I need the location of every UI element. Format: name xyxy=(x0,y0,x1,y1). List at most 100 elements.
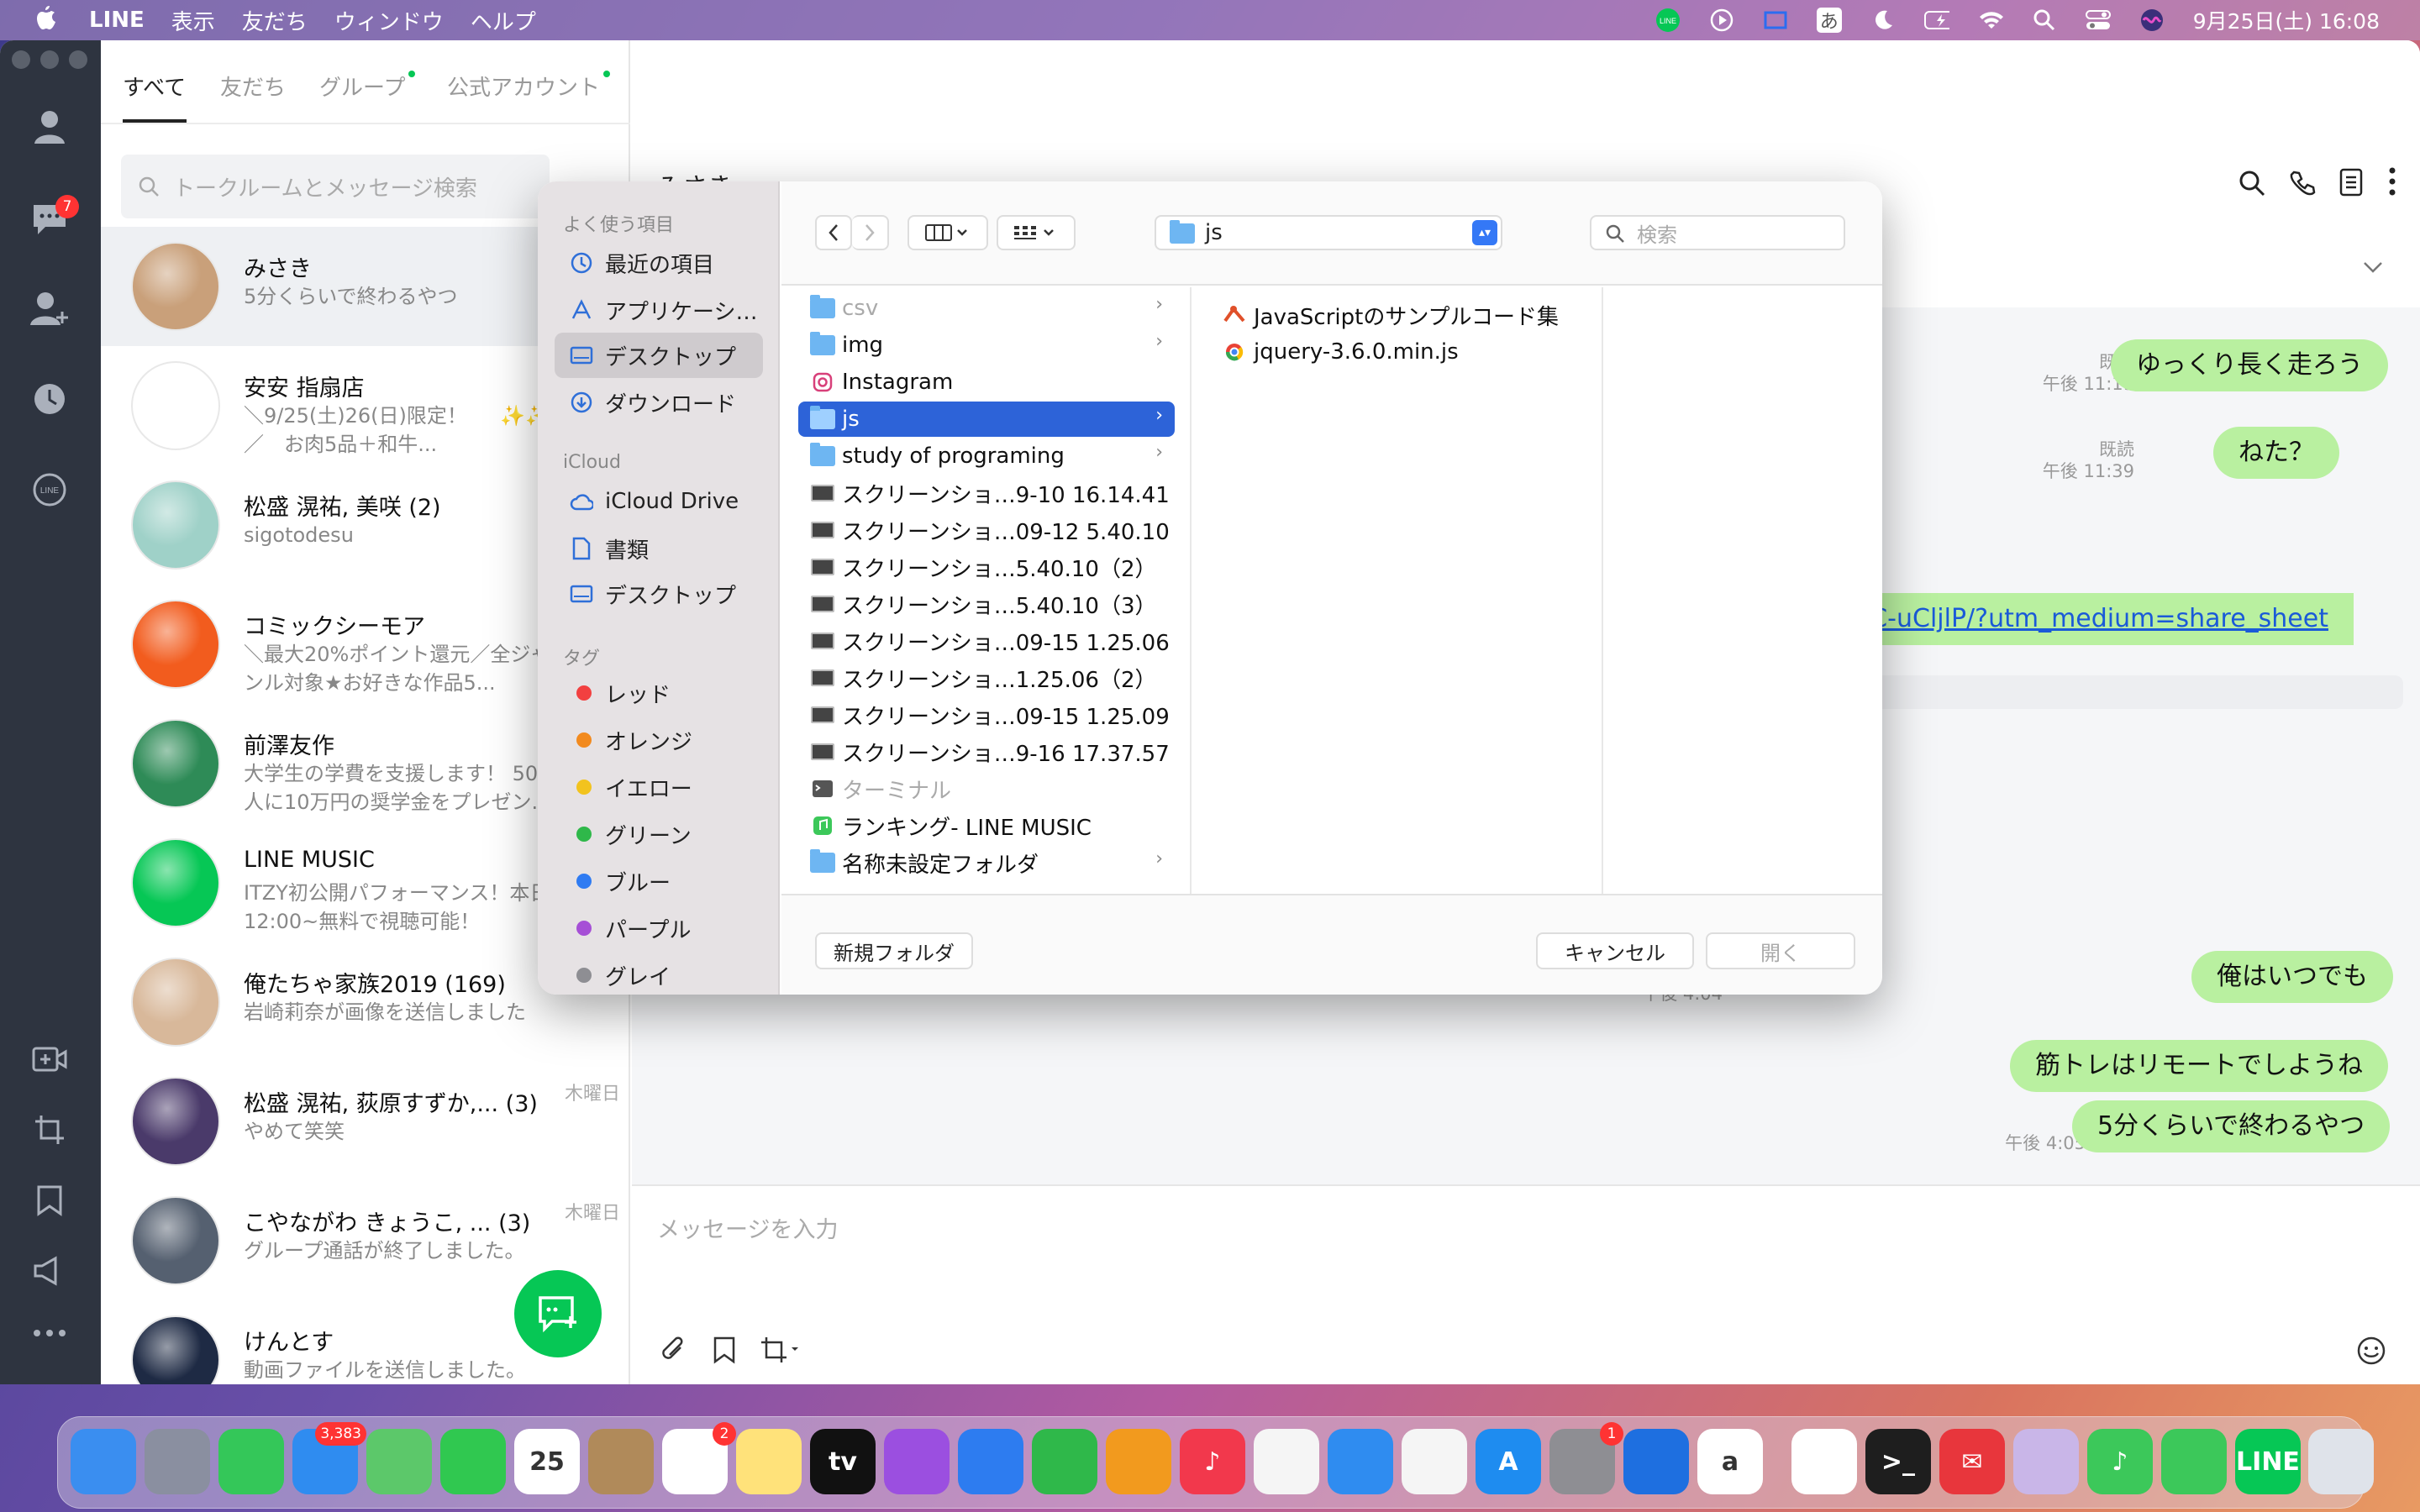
group-by-button[interactable] xyxy=(997,215,1076,250)
dark-mode-icon[interactable] xyxy=(1870,8,1896,33)
message-bubble[interactable]: ゆっくり長く走ろう xyxy=(2111,339,2388,391)
video-call-nav-icon[interactable] xyxy=(25,1035,74,1084)
file-row[interactable]: Instagram xyxy=(798,365,1175,400)
shared-link[interactable]: UFC-uCljlP/?utm_medium=share_sheet xyxy=(1812,593,2354,645)
screen-status-icon[interactable] xyxy=(1763,8,1788,33)
menu-app-name[interactable]: LINE xyxy=(89,8,145,33)
file-row[interactable]: スクリーンショ…5.40.10（2） xyxy=(798,549,1175,585)
attach-file-icon[interactable] xyxy=(659,1334,687,1369)
sidebar-tag-5[interactable]: パープル xyxy=(555,906,763,951)
dock-amazon-icon[interactable]: a xyxy=(1697,1429,1763,1494)
play-status-icon[interactable] xyxy=(1709,8,1734,33)
menu-window[interactable]: ウィンドウ xyxy=(334,5,444,36)
dock-app-store-icon[interactable]: A xyxy=(1476,1429,1541,1494)
window-close-button[interactable] xyxy=(12,50,30,69)
chats-nav-icon[interactable]: 7 xyxy=(25,195,79,244)
dock-finder-icon[interactable] xyxy=(71,1429,136,1494)
dock-line-music-icon[interactable]: ♪ xyxy=(2087,1429,2153,1494)
dock-calendar-icon[interactable]: 25 xyxy=(514,1429,580,1494)
siri-icon[interactable] xyxy=(2139,8,2165,33)
keep-nav-icon[interactable] xyxy=(25,1176,74,1225)
dock-messages-icon[interactable] xyxy=(218,1429,284,1494)
window-minimize-button[interactable] xyxy=(40,50,59,69)
window-zoom-button[interactable] xyxy=(69,50,87,69)
message-input[interactable]: メッセージを入力 xyxy=(657,1211,838,1244)
menu-more-icon[interactable] xyxy=(2388,166,2396,200)
dialog-search-input[interactable]: 検索 xyxy=(1590,215,1845,250)
sidebar-tag-4[interactable]: ブルー xyxy=(555,858,763,904)
chat-search-input[interactable]: トークルームとメッセージ検索 xyxy=(121,155,550,218)
dock-launchpad-icon[interactable] xyxy=(145,1429,210,1494)
file-row[interactable]: JavaScriptのサンプルコード集 xyxy=(1210,297,1586,333)
link-preview-card[interactable] xyxy=(1825,675,2403,709)
file-row[interactable]: ターミナル xyxy=(798,771,1175,806)
tab-friends[interactable]: 友だち xyxy=(220,71,286,102)
message-bubble[interactable]: 筋トレはリモートでしようね xyxy=(2010,1040,2388,1092)
spotlight-search-icon[interactable] xyxy=(2032,8,2057,33)
dock-podcasts-icon[interactable] xyxy=(884,1429,950,1494)
dock-mail-app-icon[interactable]: ✉ xyxy=(1939,1429,2005,1494)
dock-terminal-icon[interactable]: >_ xyxy=(1865,1429,1931,1494)
tab-groups[interactable]: グループ xyxy=(319,71,416,102)
notes-icon[interactable] xyxy=(2339,168,2363,200)
emoji-icon[interactable] xyxy=(2356,1336,2386,1369)
view-mode-button[interactable] xyxy=(908,215,988,250)
tab-official-accounts[interactable]: 公式アカウント xyxy=(447,71,611,102)
sidebar-item-documents[interactable]: 書類 xyxy=(555,526,763,571)
call-icon[interactable] xyxy=(2289,170,2316,200)
dock-system-preferences-icon[interactable]: 1 xyxy=(1549,1422,1623,1494)
sidebar-item-recents[interactable]: 最近の項目 xyxy=(555,240,763,286)
file-row[interactable]: study of programing › xyxy=(798,438,1175,474)
back-button[interactable] xyxy=(815,215,852,250)
message-bubble[interactable]: 俺はいつでも xyxy=(2191,951,2393,1003)
dock-slack-icon[interactable] xyxy=(1791,1429,1857,1494)
dock-line-icon[interactable]: LINE xyxy=(2235,1429,2301,1494)
dock-line-app-alt-icon[interactable] xyxy=(2161,1429,2227,1494)
conversation-search-icon[interactable] xyxy=(2238,170,2265,200)
file-row[interactable]: js › xyxy=(798,402,1175,437)
dock-reminders-icon[interactable]: 2 xyxy=(662,1422,736,1494)
dock-safari-icon[interactable] xyxy=(1328,1429,1393,1494)
file-row[interactable]: ランキング- LINE MUSIC xyxy=(798,808,1175,843)
sidebar-item-desktop[interactable]: デスクトップ xyxy=(555,333,763,378)
sidebar-item-icloud-desktop[interactable]: デスクトップ xyxy=(555,571,763,617)
tab-all[interactable]: すべて xyxy=(123,71,186,102)
more-nav-icon[interactable] xyxy=(25,1309,74,1357)
control-center-icon[interactable] xyxy=(2085,8,2111,33)
dock-location-app-icon[interactable] xyxy=(1623,1429,1689,1494)
menu-clock[interactable]: 9月25日(土) 16:08 xyxy=(2193,5,2380,35)
wifi-icon[interactable] xyxy=(1978,8,2003,33)
sidebar-item-downloads[interactable]: ダウンロード xyxy=(555,380,763,425)
apple-menu-icon[interactable] xyxy=(35,5,57,36)
dock-numbers-icon[interactable] xyxy=(1032,1429,1097,1494)
file-row[interactable]: スクリーンショ…5.40.10（3） xyxy=(798,586,1175,622)
battery-icon[interactable] xyxy=(1923,8,1949,33)
input-method-icon[interactable]: あ xyxy=(1816,8,1842,33)
message-bubble[interactable]: ねた？ xyxy=(2213,427,2339,479)
dock-maps-icon[interactable] xyxy=(366,1429,432,1494)
file-row[interactable]: jquery-3.6.0.min.js xyxy=(1210,334,1586,370)
screenshot-icon[interactable] xyxy=(760,1336,800,1368)
menu-friends[interactable]: 友だち xyxy=(242,5,308,36)
file-row[interactable]: スクリーンショ…09-15 1.25.06 xyxy=(798,623,1175,659)
dock-trash-icon[interactable] xyxy=(2308,1429,2374,1494)
dock-chrome-icon[interactable] xyxy=(1402,1429,1467,1494)
file-row[interactable]: スクリーンショ…09-15 1.25.09 xyxy=(798,697,1175,732)
new-folder-button[interactable]: 新規フォルダ xyxy=(815,932,973,969)
sidebar-tag-2[interactable]: イエロー xyxy=(555,764,763,810)
dock-music-icon[interactable]: ♪ xyxy=(1180,1429,1245,1494)
dock-mail-icon[interactable]: 3,383 xyxy=(292,1422,366,1494)
file-row[interactable]: スクリーンショ…1.25.06（2） xyxy=(798,660,1175,696)
sidebar-item-applications[interactable]: アプリケーシ… xyxy=(555,287,763,333)
line-services-nav-icon[interactable]: LINE xyxy=(25,465,74,514)
location-popup[interactable]: js ▴▾ xyxy=(1155,215,1502,250)
new-chat-button[interactable] xyxy=(514,1270,602,1357)
collapse-chevron-icon[interactable] xyxy=(2363,260,2383,276)
file-row[interactable]: スクリーンショ…09-12 5.40.10 xyxy=(798,512,1175,548)
announcement-nav-icon[interactable] xyxy=(25,1247,74,1295)
file-row[interactable]: csv › xyxy=(798,291,1175,326)
forward-button[interactable] xyxy=(852,215,889,250)
keep-icon[interactable] xyxy=(713,1336,736,1368)
add-friend-nav-icon[interactable] xyxy=(25,284,74,333)
friends-nav-icon[interactable] xyxy=(25,102,74,151)
